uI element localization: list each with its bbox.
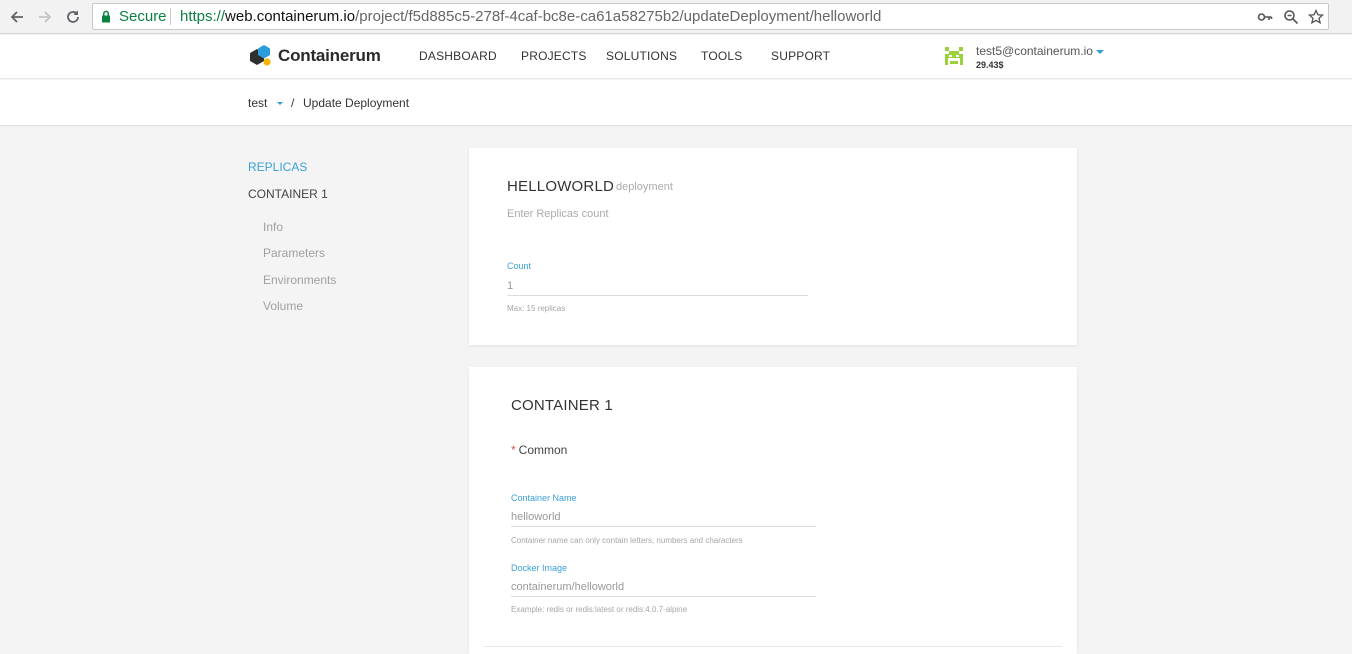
app-header: Containerum DASHBOARD PROJECTS SOLUTIONS… [0, 35, 1352, 79]
common-section-heading: * Common [511, 443, 567, 457]
user-balance: 29.43$ [976, 60, 1004, 70]
url-path: /project/f5d885c5-278f-4caf-bc8e-ca61a58… [355, 8, 882, 25]
reload-icon[interactable] [62, 6, 84, 28]
secure-label: Secure [119, 8, 167, 25]
nav-tools[interactable]: TOOLS [701, 49, 742, 63]
container-name-hint: Container name can only contain letters,… [511, 536, 743, 545]
count-label: Count [507, 261, 532, 271]
omnibox-separator [170, 8, 171, 25]
count-hint: Max: 15 replicas [507, 304, 566, 313]
sidebar-item-info[interactable]: Info [263, 220, 283, 234]
nav-support[interactable]: SUPPORT [771, 49, 830, 63]
breadcrumb-separator: / [291, 96, 295, 110]
key-icon[interactable] [1257, 9, 1273, 25]
breadcrumb-project[interactable]: test [248, 96, 267, 110]
container-card: CONTAINER 1 *Common Container Name Conta… [469, 367, 1077, 654]
address-bar[interactable]: Secure https://web.containerum.io/projec… [92, 3, 1329, 30]
url-scheme: https:// [180, 8, 226, 25]
docker-image-input[interactable] [511, 577, 816, 597]
docker-image-hint: Example: redis or redis:latest or redis:… [511, 605, 688, 614]
star-icon[interactable] [1307, 8, 1325, 25]
section-divider [484, 646, 1062, 647]
replicas-card: HELLOWORLD deployment Enter Replicas cou… [469, 148, 1077, 345]
breadcrumb-current-page: Update Deployment [303, 96, 410, 110]
sidebar-item-environments[interactable]: Environments [263, 273, 336, 287]
nav-solutions[interactable]: SOLUTIONS [606, 49, 677, 63]
common-section-label: Common [518, 443, 568, 457]
container-title: CONTAINER 1 [511, 397, 613, 414]
lock-icon [101, 10, 111, 28]
sidebar-item-container[interactable]: CONTAINER 1 [248, 187, 328, 201]
zoom-icon[interactable] [1283, 9, 1299, 25]
sidebar-item-parameters[interactable]: Parameters [263, 246, 325, 260]
logo-cubes-icon [250, 45, 271, 66]
container-name-label: Container Name [511, 493, 577, 503]
chevron-down-icon[interactable] [1096, 50, 1104, 54]
nav-projects[interactable]: PROJECTS [521, 49, 587, 63]
replicas-description: Enter Replicas count [507, 208, 609, 220]
sidebar-item-replicas[interactable]: REPLICAS [248, 160, 307, 174]
project-dropdown-icon[interactable] [277, 102, 283, 105]
deployment-type: deployment [616, 181, 673, 193]
url-text[interactable]: https://web.containerum.io/project/f5d88… [180, 8, 881, 25]
url-host: web.containerum.io [225, 8, 356, 25]
required-marker: * [511, 443, 516, 457]
avatar [943, 45, 965, 67]
deployment-name: HELLOWORLD [507, 178, 615, 195]
sidebar-item-volume[interactable]: Volume [263, 299, 303, 313]
back-icon[interactable] [6, 6, 28, 28]
logo-text: Containerum [278, 46, 381, 65]
docker-image-label: Docker Image [511, 563, 568, 573]
count-input[interactable] [507, 276, 808, 296]
logo[interactable]: Containerum [248, 44, 381, 68]
breadcrumb: test / Update Deployment [0, 80, 1352, 126]
forward-icon[interactable] [34, 6, 56, 28]
nav-dashboard[interactable]: DASHBOARD [419, 49, 497, 63]
browser-toolbar: Secure https://web.containerum.io/projec… [0, 0, 1352, 34]
container-name-input[interactable] [511, 507, 816, 527]
user-email: test5@containerum.io [976, 44, 1093, 58]
